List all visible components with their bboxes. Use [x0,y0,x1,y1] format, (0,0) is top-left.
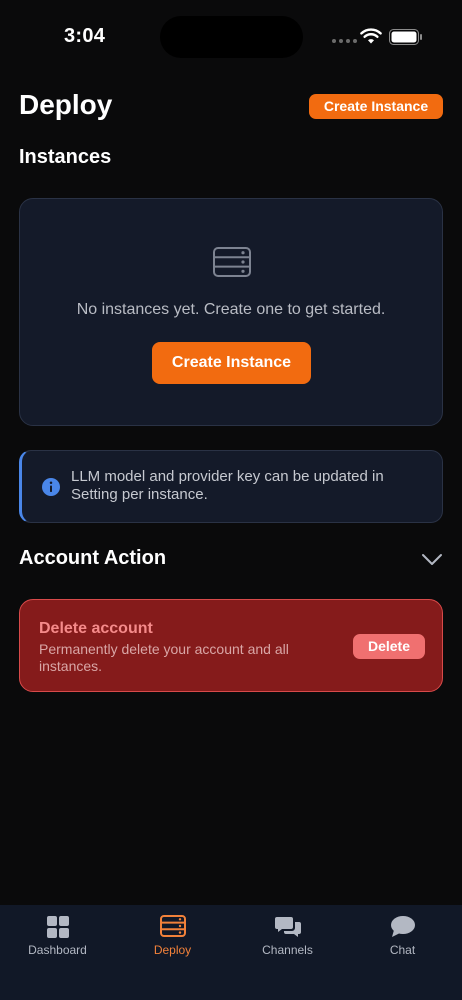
tab-label-dashboard: Dashboard [28,943,87,957]
tab-chat[interactable]: Chat [345,905,460,975]
delete-account-description: Permanently delete your account and all … [39,641,289,674]
tab-label-chat: Chat [389,943,416,957]
instances-section-title: Instances [19,146,112,168]
status-bar: 3:04 [0,0,462,76]
page-title: Deploy [19,89,113,120]
tab-dashboard[interactable]: Dashboard [0,905,115,975]
server-icon [159,915,186,937]
chat-icon [390,916,415,937]
info-banner: LLM model and provider key can be update… [19,450,443,523]
tab-label-deploy: Deploy [153,943,192,957]
tab-deploy[interactable]: Deploy [115,905,230,975]
dynamic-island [160,16,303,58]
status-time: 3:04 [64,25,106,47]
empty-state-text: No instances yet. Create one to get star… [76,301,386,318]
tab-channels[interactable]: Channels [230,905,345,975]
deploy-screen: 3:04 Deploy Create Instance Instances No… [0,0,462,1000]
instances-empty-card: No instances yet. Create one to get star… [19,198,443,426]
server-icon [213,247,251,277]
delete-account-title: Delete account [39,620,153,637]
cellular-signal-icon [332,39,357,43]
create-instance-button[interactable]: Create Instance [152,342,311,384]
info-icon [42,478,60,496]
header-create-instance-button[interactable]: Create Instance [309,94,443,119]
chat-bubbles-icon [274,917,301,937]
chevron-down-icon[interactable] [421,553,443,567]
delete-account-button[interactable]: Delete [353,634,425,659]
tab-bar: Dashboard Deploy Channels Chat [0,905,462,1000]
delete-account-card: Delete account Permanently delete your a… [19,599,443,692]
battery-icon [389,29,422,45]
wifi-icon [360,28,382,44]
grid-icon [46,916,69,938]
tab-label-channels: Channels [262,943,313,957]
account-action-title: Account Action [19,547,167,569]
info-banner-text: LLM model and provider key can be update… [71,468,384,503]
